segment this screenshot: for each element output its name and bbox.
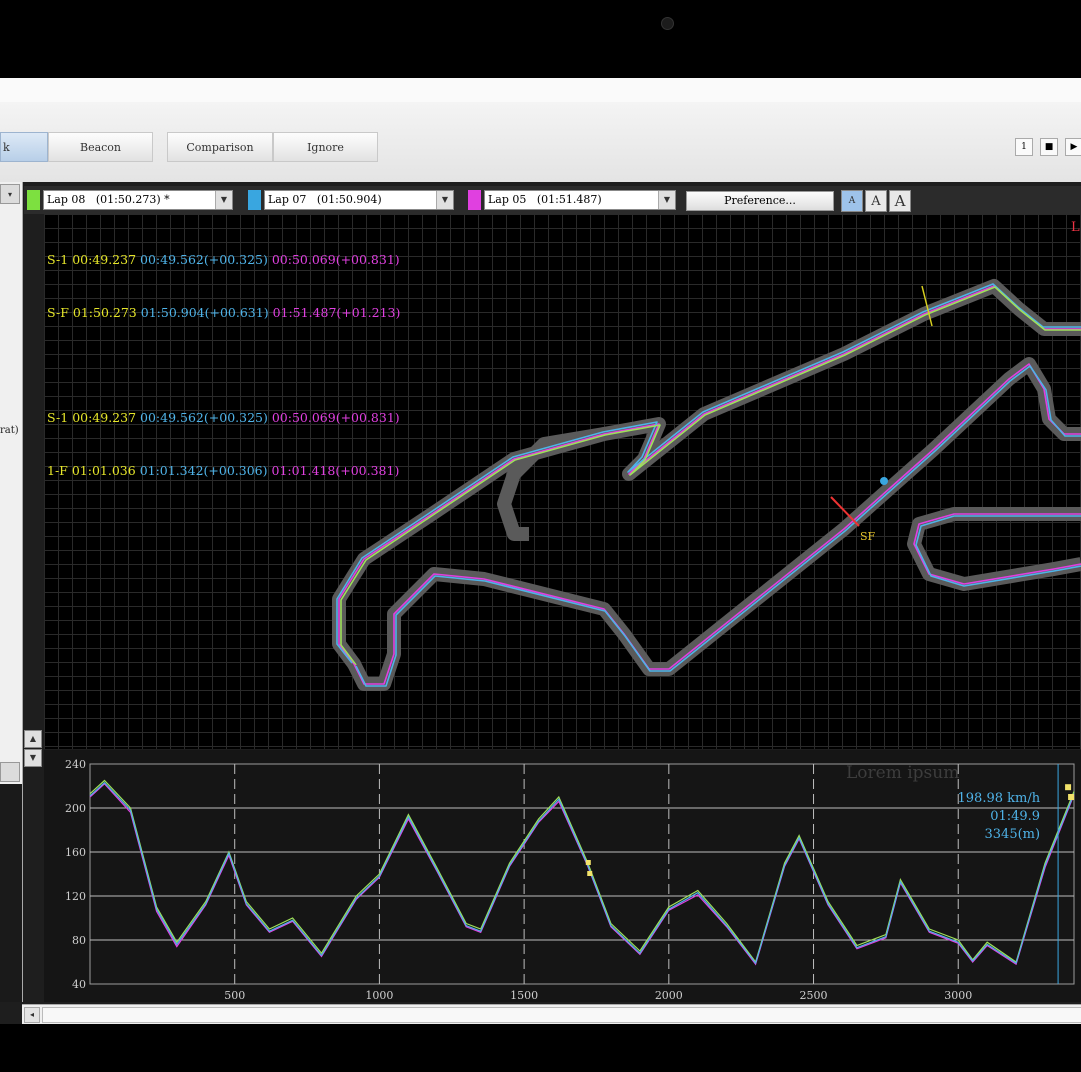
split-times: S-1 00:49.237 00:49.562(+00.325) 00:50.0… <box>47 216 400 514</box>
left-panel: ▾ rat) <box>0 182 23 1002</box>
main-toolbar: k Beacon Comparison Ignore 1 ■ ▶ <box>0 102 1081 182</box>
speed-chart: 40 80 120 160 200 240 500 1000 1500 2000 2500 3000 L… <box>65 758 1075 1002</box>
lap-select-3[interactable]: Lap 05 (01:51.487) ▼ <box>484 190 676 210</box>
stop-button[interactable]: ■ <box>1040 138 1058 156</box>
beacon-button[interactable]: Beacon <box>48 132 153 162</box>
x-tick-label: 2500 <box>800 989 828 1002</box>
x-tick-label: 2000 <box>655 989 683 1002</box>
lap-select-1-value: Lap 08 (01:50.273) * <box>47 193 170 206</box>
split-name: S-1 <box>47 252 69 267</box>
arrow-left-icon[interactable]: ◂ <box>24 1007 40 1023</box>
lap-08-trace <box>340 286 1081 666</box>
y-tick-label: 200 <box>65 802 86 815</box>
split-name: S-1 <box>47 410 69 425</box>
scrollbar-thumb[interactable] <box>42 1007 1081 1023</box>
sf-label: SF <box>860 530 876 543</box>
sector-point-marker <box>585 860 591 865</box>
monitor-bezel-top <box>0 0 1081 78</box>
map-corner-label: L <box>1071 220 1080 235</box>
car-position-marker <box>880 477 888 485</box>
lap-selector-bar: Lap 08 (01:50.273) * ▼ Lap 07 (01:50.904)… <box>24 186 1081 214</box>
play-button[interactable]: ▶ <box>1065 138 1081 156</box>
lap-color-swatch <box>468 190 481 210</box>
cursor-readout: 198.98 km/h <box>958 791 1041 806</box>
cursor-readout: 3345(m) <box>985 827 1041 842</box>
split-row: S-F 01:50.273 01:50.904(+00.631) 01:51.4… <box>47 304 400 322</box>
analysis-window: ▾ rat) Lap 08 (01:50.273) * ▼ Lap 07 (01:… <box>0 182 1081 1025</box>
chevron-down-icon[interactable]: ▼ <box>436 191 453 209</box>
split-row: S-1 00:49.237 00:49.562(+00.325) 00:50.0… <box>47 251 400 269</box>
x-tick-label: 1500 <box>510 989 538 1002</box>
split-row: S-1 00:49.237 00:49.562(+00.325) 00:50.0… <box>47 409 400 427</box>
graph-resize-arrows: ▲ ▼ <box>24 730 42 767</box>
lap-07-trace <box>336 283 1081 664</box>
font-large-button[interactable]: A <box>889 190 911 212</box>
lap-color-swatch <box>248 190 261 210</box>
font-medium-button[interactable]: A <box>865 190 887 212</box>
webcam-icon <box>661 17 674 30</box>
x-tick-label: 500 <box>224 989 245 1002</box>
lap-select-2[interactable]: Lap 07 (01:50.904) ▼ <box>264 190 454 210</box>
ignore-button[interactable]: Ignore <box>273 132 378 162</box>
split-gap <box>47 356 400 374</box>
split-lap07: 00:49.562(+00.325) <box>140 410 268 425</box>
split-lap05: 01:01.418(+00.381) <box>271 462 400 478</box>
chevron-down-icon[interactable]: ▼ <box>215 191 232 209</box>
lap-color-swatch <box>27 190 40 210</box>
horizontal-scrollbar[interactable]: ◂ <box>22 1004 1081 1025</box>
x-tick-label: 1000 <box>365 989 393 1002</box>
sector-point-marker <box>587 871 593 876</box>
y-tick-label: 240 <box>65 758 86 771</box>
track-outline-right <box>907 507 1081 591</box>
comparison-button[interactable]: Comparison <box>167 132 273 162</box>
plot-area <box>89 763 1075 985</box>
font-small-button[interactable]: A <box>841 190 863 212</box>
cursor-marker <box>1065 784 1072 791</box>
chevron-down-icon[interactable]: ▼ <box>658 191 675 209</box>
left-panel-label: rat) <box>0 425 19 436</box>
split-row: 1-F 01:01.036 01:01.342(+00.306) 01:01.4… <box>47 462 400 480</box>
lap-05-trace <box>338 285 1081 665</box>
track-map-view[interactable]: SF S-1 00:49.237 00:49.562(+00.325) 00:5… <box>44 214 1081 749</box>
split-lap08: 00:49.237 <box>72 410 137 425</box>
cursor-marker <box>1068 794 1075 800</box>
cursor-readout: 01:49.9 <box>990 809 1040 824</box>
left-panel-dropdown[interactable]: ▾ <box>0 184 20 204</box>
y-tick-label: 80 <box>72 934 86 947</box>
left-panel-bottom-dropdown[interactable] <box>0 762 20 782</box>
track-outline <box>332 279 1081 671</box>
arrow-down-icon[interactable]: ▼ <box>24 749 42 767</box>
lap-select-2-value: Lap 07 (01:50.904) <box>268 193 382 206</box>
split-lap07: 00:49.562(+00.325) <box>140 252 268 267</box>
split-lap08: 00:49.237 <box>72 252 137 267</box>
lap-select-3-value: Lap 05 (01:51.487) <box>488 193 602 206</box>
y-tick-label: 40 <box>72 978 86 991</box>
split-lap08: 01:01.036 <box>71 462 136 478</box>
split-lap08: 01:50.273 <box>72 304 137 320</box>
monitor-bezel-bottom <box>0 1024 1081 1072</box>
split-lap05: 00:50.069(+00.831) <box>271 252 400 267</box>
watermark-text: Lorem ipsum <box>846 763 959 783</box>
left-panel-dark-area <box>0 784 22 1002</box>
preference-button[interactable]: Preference... <box>686 191 834 211</box>
y-tick-label: 160 <box>65 846 86 859</box>
title-strip <box>0 78 1081 102</box>
split-lap07: 01:01.342(+00.306) <box>139 462 268 478</box>
step-button[interactable]: 1 <box>1015 138 1033 156</box>
split-lap05: 01:51.487(+01.213) <box>272 304 401 320</box>
split-name: 1-F <box>47 462 68 478</box>
lap-select-1[interactable]: Lap 08 (01:50.273) * ▼ <box>43 190 233 210</box>
split-lap05: 00:50.069(+00.831) <box>271 410 400 425</box>
split-name: S-F <box>47 304 69 320</box>
y-tick-label: 120 <box>65 890 86 903</box>
x-tick-label: 3000 <box>944 989 972 1002</box>
arrow-up-icon[interactable]: ▲ <box>24 730 42 748</box>
split-lap07: 01:50.904(+00.631) <box>140 304 269 320</box>
track-button[interactable]: k <box>0 132 48 162</box>
speed-graph-panel[interactable]: 40 80 120 160 200 240 500 1000 1500 2000 2500 3000 L… <box>44 750 1081 1002</box>
